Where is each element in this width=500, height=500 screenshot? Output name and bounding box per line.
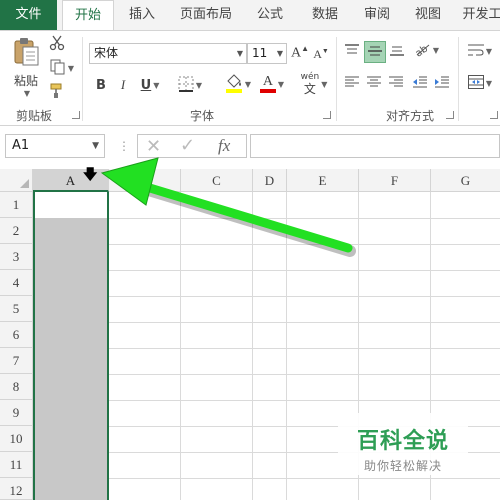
- watermark-title: 百科全说: [356, 429, 449, 454]
- watermark-subtitle: 助你轻松解决: [363, 459, 442, 473]
- annotation-arrowhead: [100, 157, 159, 206]
- annotation-arrow-shaft: [135, 180, 353, 253]
- watermark: 百科全说 助你轻松解决: [338, 413, 468, 475]
